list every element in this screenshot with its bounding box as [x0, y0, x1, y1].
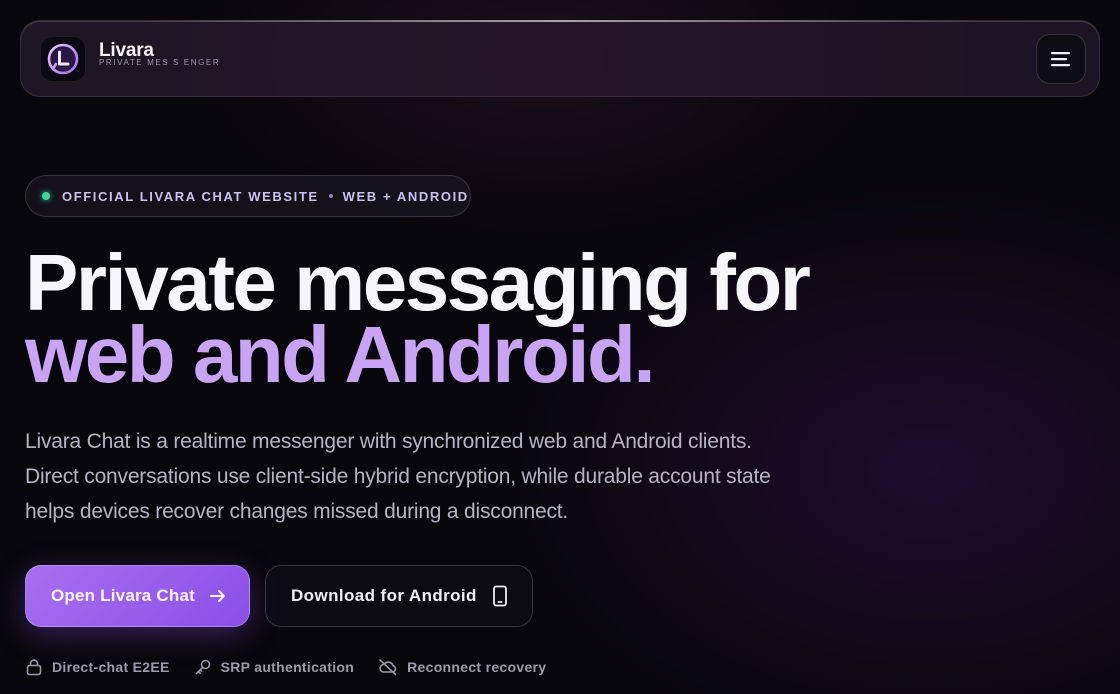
key-icon: [194, 658, 212, 676]
cloud-off-icon: [378, 658, 398, 676]
feature-label: SRP authentication: [220, 659, 355, 675]
badge-label-right: WEB + ANDROID: [342, 188, 469, 204]
download-android-label: Download for Android: [291, 586, 477, 605]
feature-label: Reconnect recovery: [407, 659, 547, 675]
menu-icon: [1050, 50, 1072, 68]
hero-description: Livara Chat is a realtime messenger with…: [25, 430, 771, 523]
official-site-badge: OFFICIAL LIVARA CHAT WEBSITE WEB + ANDRO…: [25, 175, 471, 217]
arrow-right-icon: [208, 586, 228, 606]
navbar-highlight: [141, 20, 979, 22]
feature-item: Direct-chat E2EE: [25, 658, 170, 676]
open-livara-chat-button[interactable]: Open Livara Chat: [25, 565, 250, 627]
feature-item: SRP authentication: [194, 658, 355, 676]
badge-label-left: OFFICIAL LIVARA CHAT WEBSITE: [62, 188, 319, 204]
status-dot-icon: [42, 192, 50, 200]
smartphone-icon: [491, 585, 509, 607]
feature-list: Direct-chat E2EE SRP authentication Reco…: [25, 656, 570, 678]
top-navbar: Livara PRIVATE MES S ENGER: [20, 20, 1100, 97]
badge-separator: [328, 194, 333, 198]
feature-item: Reconnect recovery: [378, 658, 546, 676]
livara-logo-icon[interactable]: [40, 36, 86, 82]
brand-tagline: PRIVATE MES S ENGER: [99, 58, 221, 67]
lock-icon: [25, 658, 43, 676]
hero-title-line-2: web and Android.: [25, 310, 656, 399]
open-livara-chat-label: Open Livara Chat: [51, 586, 195, 605]
download-android-button[interactable]: Download for Android: [265, 565, 533, 627]
menu-button[interactable]: [1036, 34, 1086, 84]
feature-label: Direct-chat E2EE: [52, 659, 170, 675]
